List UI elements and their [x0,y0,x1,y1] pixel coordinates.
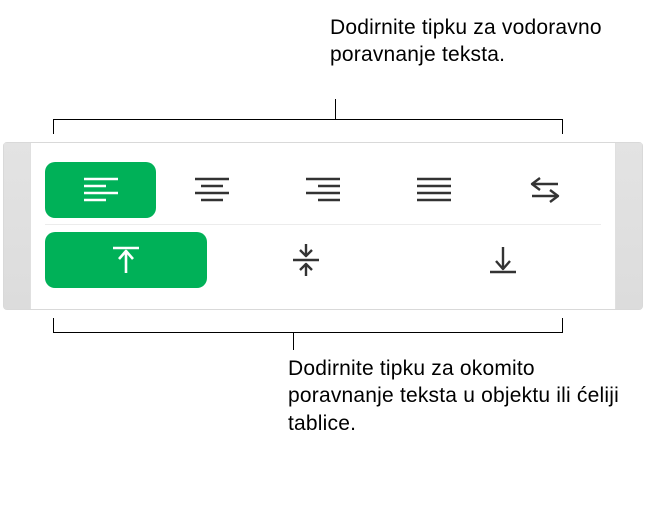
valign-bottom-icon [486,245,520,275]
align-left-icon [84,177,118,203]
align-left-button[interactable] [45,162,156,218]
callout-connector [53,318,54,333]
callout-connector [53,332,563,333]
align-right-icon [306,177,340,203]
horizontal-alignment-row [45,155,601,225]
callout-connector [293,332,294,350]
callout-connector [562,318,563,333]
callout-connector [53,119,563,120]
text-direction-button[interactable] [490,162,601,218]
panel-right-gutter [616,143,642,309]
valign-middle-button[interactable] [207,232,404,288]
alignment-panel [3,142,643,310]
align-right-button[interactable] [267,162,378,218]
vertical-alignment-row [45,225,601,295]
alignment-controls [30,143,616,309]
text-direction-icon [528,176,562,204]
align-justify-icon [417,177,451,203]
valign-bottom-button[interactable] [404,232,601,288]
valign-middle-icon [289,243,323,277]
align-center-button[interactable] [156,162,267,218]
panel-left-gutter [4,143,30,309]
callout-connector [53,119,54,134]
valign-top-button[interactable] [45,232,207,288]
callout-top-text: Dodirnite tipku za vodoravno poravnanje … [330,14,646,69]
align-center-icon [195,177,229,203]
callout-bottom-text: Dodirnite tipku za okomito poravnanje te… [288,355,646,437]
valign-top-icon [109,245,143,275]
align-justify-button[interactable] [379,162,490,218]
callout-connector [562,119,563,134]
callout-connector [335,99,336,119]
